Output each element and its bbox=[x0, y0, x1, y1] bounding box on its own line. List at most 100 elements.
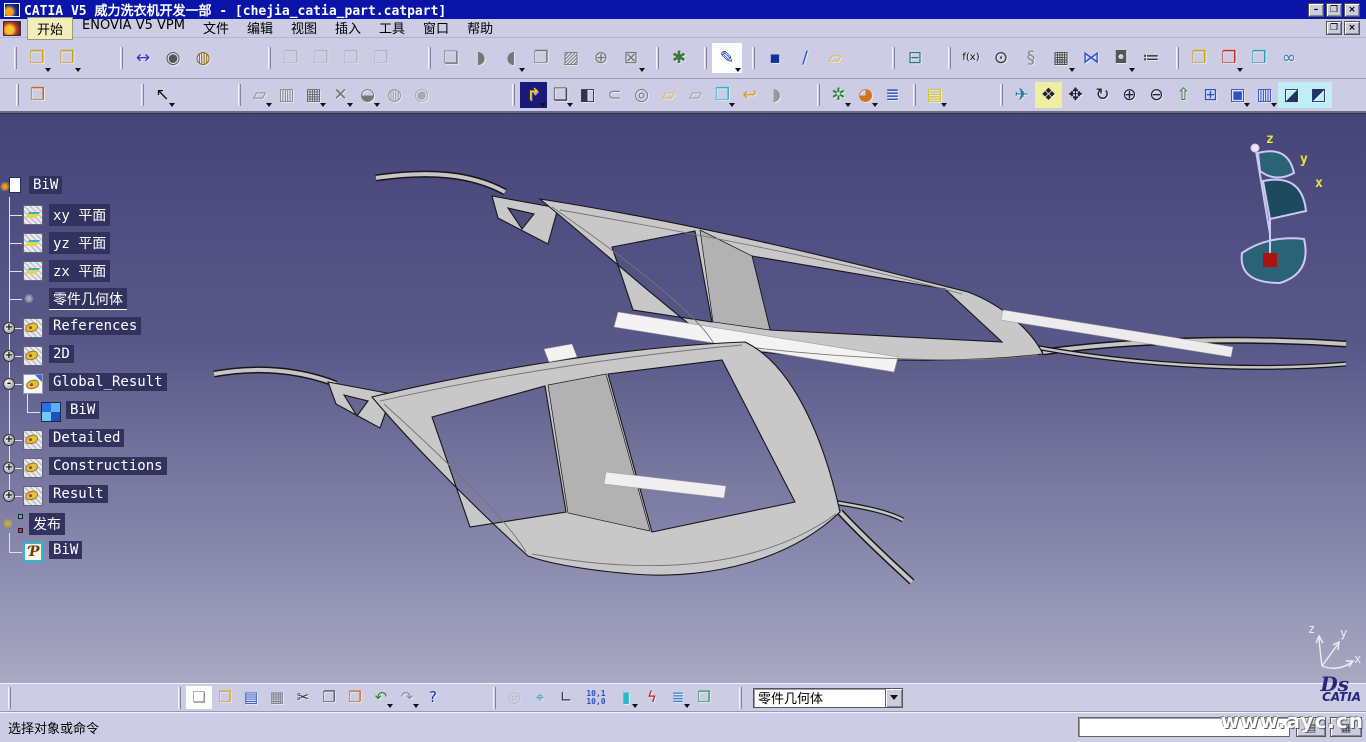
tree-node-label[interactable]: 零件几何体 bbox=[49, 288, 127, 310]
toolbar-grip[interactable] bbox=[948, 47, 951, 69]
interrupt-button[interactable]: ϟ bbox=[639, 686, 665, 709]
dropdown-arrow-icon[interactable] bbox=[1244, 103, 1250, 107]
catia-app-icon[interactable] bbox=[4, 3, 20, 17]
axis-system-button[interactable]: ∟ bbox=[553, 686, 579, 709]
expand-icon[interactable]: + bbox=[3, 350, 15, 362]
dropdown-arrow-icon[interactable] bbox=[941, 103, 947, 107]
close-button[interactable]: × bbox=[1344, 3, 1360, 17]
dropdown-arrow-icon[interactable] bbox=[729, 103, 735, 107]
restore-button[interactable]: ❐ bbox=[1326, 3, 1342, 17]
sew-surface-button[interactable]: ⊕ bbox=[586, 43, 616, 73]
open-document-button[interactable]: ❒ bbox=[22, 43, 52, 73]
print-button[interactable]: ▦ bbox=[264, 686, 290, 709]
plane-icon[interactable] bbox=[23, 233, 43, 253]
invert-mask-button[interactable]: ▤ bbox=[921, 82, 948, 108]
publication-icon[interactable]: Ƥ bbox=[23, 542, 43, 562]
zoom-out-button[interactable]: ⊖ bbox=[1143, 82, 1170, 108]
tree-node-label[interactable]: 2D bbox=[49, 345, 74, 363]
save-button[interactable]: ▤ bbox=[238, 686, 264, 709]
expand-icon[interactable]: + bbox=[3, 322, 15, 334]
tree-node-label[interactable]: Detailed bbox=[49, 429, 124, 447]
lock-button[interactable]: ◘ bbox=[1106, 43, 1136, 73]
snap-to-point-button[interactable]: ▥ bbox=[273, 82, 300, 108]
intersect-bodies-button[interactable]: ∞ bbox=[1274, 43, 1304, 73]
view-mode-right-button[interactable]: ◩ bbox=[1305, 82, 1332, 108]
expand-icon[interactable]: + bbox=[3, 434, 15, 446]
tree-node-label[interactable]: 发布 bbox=[29, 513, 65, 535]
tree-node-label[interactable]: Global_Result bbox=[49, 373, 167, 391]
toolbar-grip[interactable] bbox=[493, 687, 496, 709]
menu-item-view[interactable]: 视图 bbox=[282, 17, 326, 40]
tree-node-label[interactable]: Result bbox=[49, 485, 108, 503]
dropdown-arrow-icon[interactable] bbox=[845, 103, 851, 107]
revolve-surface-button[interactable]: ◗ bbox=[466, 43, 496, 73]
dropdown-arrow-icon[interactable] bbox=[1129, 68, 1135, 72]
tree-node-label[interactable]: References bbox=[49, 317, 141, 335]
tree-node-label[interactable]: BiW bbox=[49, 541, 82, 559]
list-toggle-button[interactable]: ≣ bbox=[665, 686, 691, 709]
toolbar-grip[interactable] bbox=[1000, 84, 1003, 106]
fit-all-in-button[interactable]: ❖ bbox=[1035, 82, 1062, 108]
rotate-button[interactable]: ↻ bbox=[1089, 82, 1116, 108]
toolbar-grip[interactable] bbox=[268, 47, 271, 69]
tree-node-label[interactable]: yz 平面 bbox=[49, 232, 110, 254]
tree-node-label[interactable]: BiW bbox=[29, 176, 62, 194]
geoset-icon[interactable] bbox=[23, 430, 43, 450]
zoom-in-button[interactable]: ⊕ bbox=[1116, 82, 1143, 108]
toolbar-grip[interactable] bbox=[14, 47, 17, 69]
dropdown-arrow-icon[interactable] bbox=[374, 103, 380, 107]
geoset-open-icon[interactable] bbox=[23, 374, 43, 394]
toolbar-grip[interactable] bbox=[428, 47, 431, 69]
dropdown-arrow-icon[interactable] bbox=[45, 68, 51, 72]
document-icon[interactable] bbox=[3, 21, 21, 36]
dropdown-arrow-icon[interactable] bbox=[169, 103, 175, 107]
expand-icon[interactable]: + bbox=[3, 462, 15, 474]
cylinder-surface-button[interactable]: ⊂ bbox=[601, 82, 628, 108]
surfaces-book-button[interactable]: ❒ bbox=[691, 686, 717, 709]
toolbar-grip[interactable] bbox=[752, 47, 755, 69]
exit-workbench-button[interactable]: ↱ bbox=[520, 82, 547, 108]
knowledge-relations-button[interactable]: ⋈ bbox=[1076, 43, 1106, 73]
dropdown-arrow-icon[interactable] bbox=[1237, 68, 1243, 72]
dropdown-arrow-icon[interactable] bbox=[75, 68, 81, 72]
menu-item-start[interactable]: 开始 bbox=[27, 17, 73, 40]
circle-frame-button[interactable]: ◎ bbox=[628, 82, 655, 108]
close-surface-button[interactable]: ▨ bbox=[556, 43, 586, 73]
menu-item-tools[interactable]: 工具 bbox=[370, 17, 414, 40]
plane-icon[interactable] bbox=[23, 205, 43, 225]
work-on-support-button[interactable]: ▱ bbox=[246, 82, 273, 108]
shape-morphing-button[interactable]: ✱ bbox=[664, 43, 694, 73]
sweep-surface-button[interactable]: ◖ bbox=[496, 43, 526, 73]
cut-body-button[interactable]: ❒ bbox=[709, 82, 736, 108]
grid-button[interactable]: ▦ bbox=[300, 82, 327, 108]
toolbar-grip[interactable] bbox=[8, 687, 11, 709]
catalog-swirl-button[interactable]: ◉ bbox=[408, 82, 435, 108]
ruler-style-button[interactable]: ▮ bbox=[613, 686, 639, 709]
plane-icon[interactable] bbox=[23, 261, 43, 281]
partbody-icon[interactable]: ✺ bbox=[23, 289, 43, 309]
extrude-surface-button[interactable]: ❏ bbox=[436, 43, 466, 73]
toolbar-grip[interactable] bbox=[656, 47, 659, 69]
combo-dropdown-button[interactable] bbox=[885, 689, 902, 707]
point-button[interactable]: ▪ bbox=[760, 43, 790, 73]
sketch-frame-button[interactable]: ❏ bbox=[547, 82, 574, 108]
toolbar-grip[interactable] bbox=[120, 47, 123, 69]
dropdown-arrow-icon[interactable] bbox=[540, 103, 546, 107]
collapse-icon[interactable]: - bbox=[3, 378, 15, 390]
toolbar-grip[interactable] bbox=[739, 687, 742, 709]
plane-button[interactable]: ▱ bbox=[820, 43, 850, 73]
menu-item-file[interactable]: 文件 bbox=[194, 17, 238, 40]
toolbar-grip[interactable] bbox=[238, 84, 241, 106]
geoset-icon[interactable] bbox=[23, 318, 43, 338]
whats-this-button[interactable]: ? bbox=[420, 686, 446, 709]
fly-mode-button[interactable]: ✈ bbox=[1008, 82, 1035, 108]
surface-development-button[interactable]: ▱ bbox=[655, 82, 682, 108]
dropdown-arrow-icon[interactable] bbox=[519, 68, 525, 72]
current-solid-only-button[interactable]: ◒ bbox=[354, 82, 381, 108]
toolbar-grip[interactable] bbox=[892, 47, 895, 69]
part-root-icon[interactable]: ✺ bbox=[2, 177, 22, 197]
current-set-only-button[interactable]: ◍ bbox=[381, 82, 408, 108]
pan-button[interactable]: ✥ bbox=[1062, 82, 1089, 108]
dropdown-arrow-icon[interactable] bbox=[320, 103, 326, 107]
menu-item-help[interactable]: 帮助 bbox=[458, 17, 502, 40]
